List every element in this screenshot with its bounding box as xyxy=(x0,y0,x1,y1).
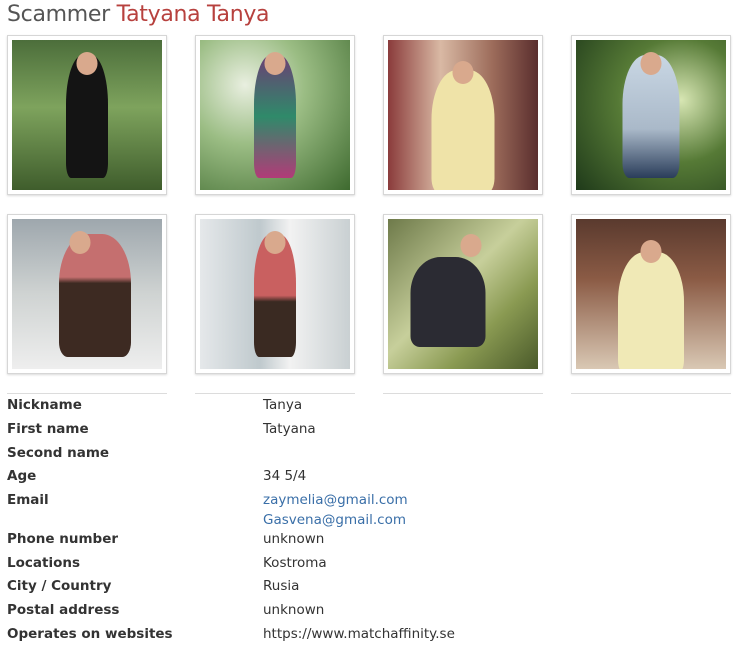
divider-3 xyxy=(383,393,543,394)
profile-row-age: Age 34 5/4 xyxy=(7,468,733,490)
city-country-value: Rusia xyxy=(263,578,300,594)
second-name-label: Second name xyxy=(7,445,110,461)
photo-6-image xyxy=(200,219,350,369)
profile-row-websites: Operates on websites https://www.matchaf… xyxy=(7,626,733,648)
profile-row-locations: Locations Kostroma xyxy=(7,555,733,577)
photo-4-image xyxy=(576,40,726,190)
photo-thumbnail-1[interactable] xyxy=(7,35,167,195)
photo-1-image xyxy=(12,40,162,190)
divider-4 xyxy=(571,393,731,394)
postal-address-value: unknown xyxy=(263,602,325,618)
photo-thumbnail-2[interactable] xyxy=(195,35,355,195)
locations-value: Kostroma xyxy=(263,555,327,571)
photo-thumbnail-6[interactable] xyxy=(195,214,355,374)
city-country-label: City / Country xyxy=(7,578,112,594)
page-title: Scammer Tatyana Tanya xyxy=(7,2,270,27)
locations-label: Locations xyxy=(7,555,80,571)
profile-row-phone: Phone number unknown xyxy=(7,531,733,553)
age-value: 34 5/4 xyxy=(263,468,307,484)
phone-value: unknown xyxy=(263,531,325,547)
photo-8-image xyxy=(576,219,726,369)
photo-thumbnail-8[interactable] xyxy=(571,214,731,374)
divider-1 xyxy=(7,393,167,394)
websites-value: https://www.matchaffinity.se xyxy=(263,626,455,642)
postal-address-label: Postal address xyxy=(7,602,120,618)
photo-thumbnail-3[interactable] xyxy=(383,35,543,195)
photo-7-image xyxy=(388,219,538,369)
profile-row-second-name: Second name xyxy=(7,445,733,467)
nickname-label: Nickname xyxy=(7,397,82,413)
age-label: Age xyxy=(7,468,37,484)
email-link-1[interactable]: zaymelia@gmail.com xyxy=(263,492,408,508)
photo-2-image xyxy=(200,40,350,190)
divider-2 xyxy=(195,393,355,394)
email-link-2[interactable]: Gasvena@gmail.com xyxy=(263,512,406,528)
photo-3-image xyxy=(388,40,538,190)
phone-label: Phone number xyxy=(7,531,119,547)
photo-thumbnail-7[interactable] xyxy=(383,214,543,374)
photo-5-image xyxy=(12,219,162,369)
profile-row-nickname: Nickname Tanya xyxy=(7,397,733,419)
profile-row-postal-address: Postal address unknown xyxy=(7,602,733,624)
title-name: Tatyana Tanya xyxy=(116,2,270,27)
profile-row-city-country: City / Country Rusia xyxy=(7,578,733,600)
websites-label: Operates on websites xyxy=(7,626,173,642)
title-prefix: Scammer xyxy=(7,2,110,27)
photo-thumbnail-5[interactable] xyxy=(7,214,167,374)
profile-row-first-name: First name Tatyana xyxy=(7,421,733,443)
profile-row-email: Email zaymelia@gmail.com Gasvena@gmail.c… xyxy=(7,492,733,534)
nickname-value: Tanya xyxy=(263,397,303,413)
first-name-label: First name xyxy=(7,421,89,437)
first-name-value: Tatyana xyxy=(263,421,316,437)
email-label: Email xyxy=(7,492,49,508)
photo-thumbnail-4[interactable] xyxy=(571,35,731,195)
